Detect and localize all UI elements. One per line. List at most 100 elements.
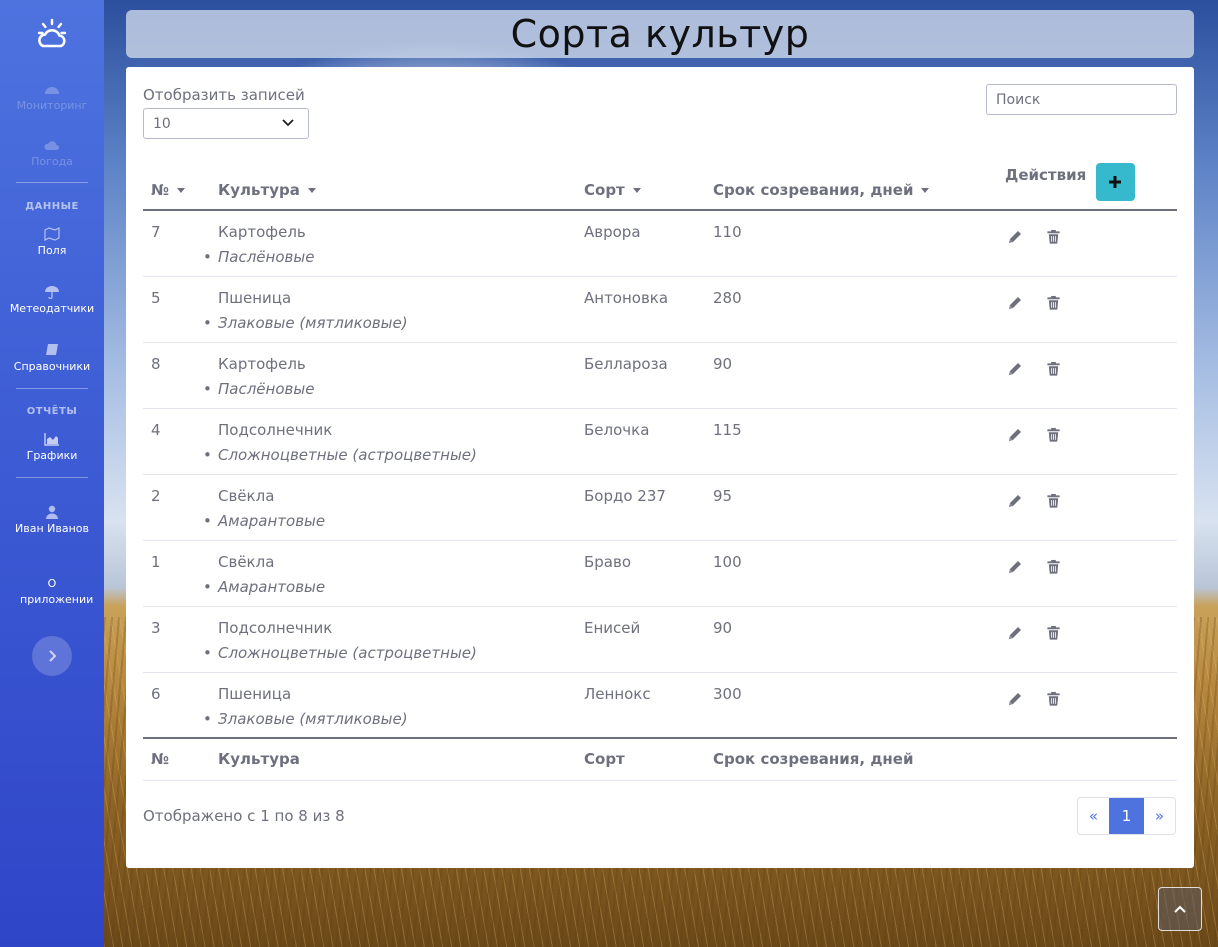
user-icon: [46, 505, 58, 519]
delete-icon[interactable]: [1046, 295, 1063, 312]
cell-days: 115: [705, 408, 997, 475]
table-row: 6 Пшеница Злаковые (мятликовые) Леннокс 300: [143, 672, 1177, 738]
delete-icon[interactable]: [1046, 493, 1063, 510]
sidebar-item-label: Справочники: [13, 360, 91, 373]
weather-icon: [44, 141, 59, 150]
column-header-id[interactable]: №: [143, 163, 210, 211]
page-length-label: Отобразить записей: [143, 86, 305, 104]
sidebar-toggle-button[interactable]: [32, 636, 72, 676]
pagination-next[interactable]: »: [1144, 798, 1175, 834]
table-body: 7 Картофель Паслёновые Аврора110 5 Пшеница Зла…: [143, 210, 1177, 738]
delete-icon[interactable]: [1046, 229, 1063, 246]
chevron-down-icon: [282, 119, 294, 127]
sort-caret-icon: [307, 188, 316, 193]
delete-icon[interactable]: [1046, 559, 1063, 576]
cell-actions: [997, 474, 1177, 541]
column-header-label: Срок созревания, дней: [713, 181, 914, 199]
sidebar-item-charts[interactable]: Графики: [0, 432, 104, 464]
edit-icon[interactable]: [1007, 295, 1024, 312]
cell-culture: Пшеница Злаковые (мятликовые): [203, 672, 576, 738]
culture-name: Пшеница: [218, 288, 292, 307]
sidebar-divider: [16, 477, 88, 478]
culture-family: Сложноцветные (астроцветные): [203, 644, 568, 662]
cell-actions: [997, 540, 1177, 607]
gauge-icon: [45, 87, 59, 94]
add-variety-button[interactable]: [1095, 163, 1135, 201]
page-length-value: 10: [153, 116, 171, 132]
culture-family: Амарантовые: [203, 578, 568, 596]
cell-variety: Бордо 237: [576, 474, 705, 541]
sort-caret-icon: [632, 188, 641, 193]
cell-actions: [997, 276, 1177, 343]
delete-icon[interactable]: [1046, 361, 1063, 378]
table-row: 5 Пшеница Злаковые (мятликовые) Антоновка28…: [143, 276, 1177, 343]
cell-actions: [997, 408, 1177, 475]
cell-actions: [997, 210, 1177, 277]
cell-culture: Пшеница Злаковые (мятликовые): [203, 276, 576, 343]
cell-culture: Свёкла Амарантовые: [203, 474, 576, 541]
edit-icon[interactable]: [1007, 361, 1024, 378]
cell-days: 110: [705, 210, 997, 277]
edit-icon[interactable]: [1007, 493, 1024, 510]
delete-icon[interactable]: [1046, 691, 1063, 708]
sidebar-item-meteo-sensors[interactable]: Метеодатчики: [0, 285, 104, 317]
cell-variety: Леннокс: [584, 684, 651, 703]
footer-label-actions: [997, 737, 1177, 781]
sidebar-item-label: Иван Иванов: [15, 522, 89, 535]
edit-icon[interactable]: [1007, 559, 1024, 576]
sidebar-divider: [16, 388, 88, 389]
sidebar-item-label: Графики: [26, 449, 78, 462]
delete-icon[interactable]: [1046, 427, 1063, 444]
column-header-label: №: [151, 181, 170, 199]
page-title: Сорта культур: [510, 12, 810, 56]
column-header-label: Действия: [1005, 166, 1087, 184]
cell-actions: [997, 606, 1177, 673]
cell-variety: Енисей: [576, 606, 705, 673]
delete-icon[interactable]: [1046, 625, 1063, 642]
brand-logo[interactable]: [0, 18, 104, 58]
sidebar: Мониторинг Погода ДАННЫЕ Поля Метеодатчи…: [0, 0, 104, 947]
sidebar-heading-data: ДАННЫЕ: [25, 201, 79, 212]
table-footer-row: № Культура Сорт Срок созревания, дней: [143, 737, 1177, 781]
sidebar-item-about[interactable]: О приложении: [0, 576, 104, 608]
edit-icon[interactable]: [1007, 427, 1024, 444]
pagination-page[interactable]: 1: [1109, 798, 1144, 834]
column-header-days[interactable]: Срок созревания, дней: [705, 163, 997, 211]
culture-name: Подсолнечник: [218, 420, 333, 439]
pagination-prev[interactable]: «: [1078, 798, 1109, 834]
culture-name: Картофель: [218, 223, 306, 241]
sidebar-item-references[interactable]: Справочники: [0, 343, 104, 375]
cell-id: 8: [143, 342, 210, 409]
cell-variety: Антоновка: [576, 276, 705, 343]
sidebar-item-fields[interactable]: Поля: [0, 227, 104, 259]
column-header-culture[interactable]: Культура: [210, 163, 576, 211]
column-header-label: Культура: [218, 181, 300, 199]
cell-variety: Аврора: [576, 210, 705, 277]
cell-actions: [997, 672, 1177, 738]
page-length-select[interactable]: 10: [143, 108, 309, 139]
scroll-to-top-button[interactable]: [1158, 887, 1202, 931]
cell-id: 7: [143, 210, 210, 277]
sidebar-item-monitoring[interactable]: Мониторинг: [0, 82, 104, 114]
cell-id: 4: [143, 408, 210, 475]
column-header-variety[interactable]: Сорт: [576, 163, 705, 211]
cell-id: 6: [151, 684, 161, 703]
table-row: 1 Свёкла Амарантовые Браво100: [143, 540, 1177, 607]
sidebar-item-label: О приложении: [20, 577, 94, 606]
edit-icon[interactable]: [1007, 229, 1024, 246]
edit-icon[interactable]: [1007, 625, 1024, 642]
sidebar-item-weather[interactable]: Погода: [0, 138, 104, 170]
search-input[interactable]: [986, 84, 1177, 115]
sidebar-item-user[interactable]: Иван Иванов: [0, 505, 104, 537]
footer-label-days: Срок созревания, дней: [705, 737, 997, 781]
cell-days: 300: [713, 684, 742, 703]
sidebar-item-label: Мониторинг: [16, 99, 88, 112]
varieties-table: № Культура Сорт Срок созревания, дней Де…: [143, 163, 1177, 781]
culture-name: Пшеница: [218, 684, 292, 703]
chevron-up-icon: [1174, 905, 1186, 913]
umbrella-icon: [45, 286, 59, 299]
cell-culture: Картофель Паслёновые: [203, 342, 576, 409]
cell-culture: Свёкла Амарантовые: [203, 540, 576, 607]
table-row: 7 Картофель Паслёновые Аврора110: [143, 210, 1177, 277]
edit-icon[interactable]: [1007, 691, 1024, 708]
